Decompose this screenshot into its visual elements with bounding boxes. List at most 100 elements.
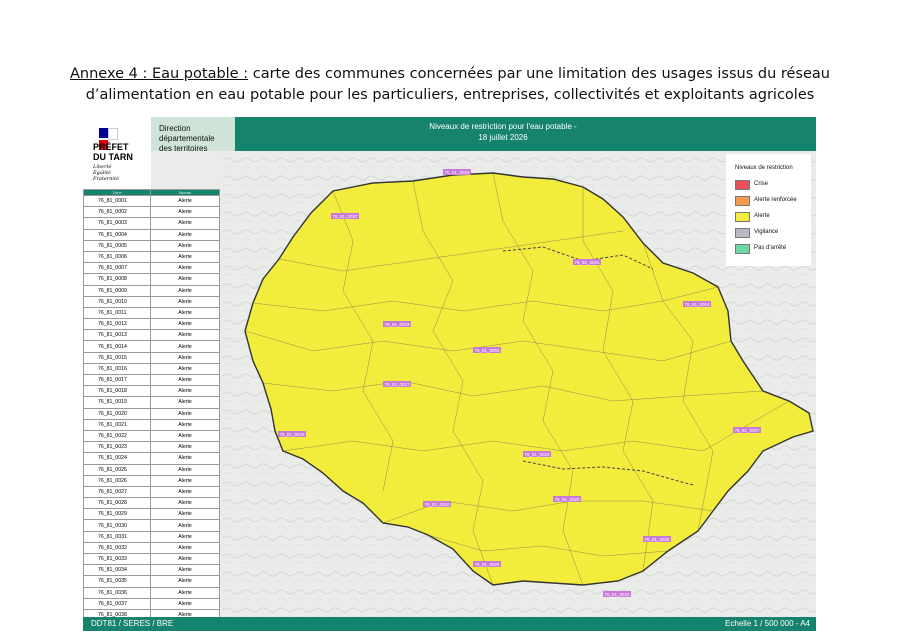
table-row: 76_81_0008 Alerte	[83, 273, 220, 286]
zone-tag-label: 76_81_0022	[605, 592, 631, 597]
table-row: 76_81_0009 Alerte	[83, 284, 220, 297]
table-row: 76_81_0033 Alerte	[83, 552, 220, 566]
zone-code-cell: 76_81_0023	[83, 441, 151, 454]
zone-code-cell: 76_81_0002	[83, 206, 151, 219]
zone-code-cell: 76_81_0016	[83, 362, 151, 376]
zone-code-cell: 76_81_0032	[83, 541, 151, 555]
map-title-line-2: 18 juillet 2026	[478, 133, 528, 142]
restriction-level-cell: Alerte	[150, 530, 220, 543]
table-row: 76_81_0025 Alerte	[83, 463, 220, 476]
zone-code-cell: 76_81_0031	[83, 530, 151, 543]
ddt-label: Direction départementale des territoires	[159, 124, 215, 153]
zone-tag-label: 76_81_0034	[445, 170, 471, 175]
heading-line-2: d’alimentation en eau potable pour les p…	[85, 87, 815, 103]
table-row: 76_81_0014 Alerte	[83, 340, 220, 353]
table-row: 76_81_0001 Alerte	[83, 194, 220, 208]
zone-tag-label: 76_81_0025	[475, 562, 501, 567]
legend: Niveaux de restriction Crise Alerte renfo…	[726, 154, 811, 266]
restriction-level-cell: Alerte	[150, 340, 220, 353]
restriction-level-cell: Alerte	[150, 362, 220, 376]
legend-label: Vigilance	[754, 229, 779, 235]
restriction-level-cell: Alerte	[150, 541, 220, 555]
zone-tag: 76_81_0003	[383, 321, 411, 327]
zone-code-cell: 76_81_0014	[83, 340, 151, 353]
zone-code-cell: 76_81_0009	[83, 284, 151, 297]
table-row: 76_81_0011 Alerte	[83, 306, 220, 320]
restriction-level-cell: Alerte	[150, 306, 220, 320]
zone-code-cell: 76_81_0030	[83, 519, 151, 532]
zone-code-cell: 76_81_0011	[83, 306, 151, 320]
footer-bar: DDT81 / SERES / BRE Echelle 1 / 500 000 …	[83, 617, 816, 631]
legend-swatch	[735, 196, 750, 206]
zone-code-cell: 76_81_0035	[83, 575, 151, 588]
zone-code-cell: 76_81_0033	[83, 552, 151, 566]
table-row: 76_81_0003 Alerte	[83, 217, 220, 230]
zone-code-cell: 76_81_0027	[83, 485, 151, 499]
zone-tag: 76_81_0037	[331, 213, 359, 219]
zone-code-cell: 76_81_0003	[83, 217, 151, 230]
restriction-level-cell: Alerte	[150, 508, 220, 521]
zone-tag: 76_81_0004	[683, 301, 711, 307]
flag-white-band	[107, 128, 119, 140]
zone-code-cell: 76_81_0004	[83, 228, 151, 241]
legend-swatch	[735, 180, 750, 190]
table-row: 76_81_0031 Alerte	[83, 530, 220, 543]
zone-tag: 76_81_0034	[443, 169, 471, 175]
table-row: 76_81_0032 Alerte	[83, 541, 220, 555]
zone-code-cell: 76_81_0029	[83, 508, 151, 521]
table-row: 76_81_0027 Alerte	[83, 485, 220, 499]
zone-code-cell: 76_81_0013	[83, 329, 151, 342]
table-row: 76_81_0024 Alerte	[83, 452, 220, 465]
restriction-level-cell: Alerte	[150, 463, 220, 476]
restriction-level-cell: Alerte	[150, 250, 220, 264]
table-row: 76_81_0013 Alerte	[83, 329, 220, 342]
table-row: 76_81_0023 Alerte	[83, 441, 220, 454]
zone-tag-label: 76_81_0002	[475, 348, 501, 353]
restriction-level-cell: Alerte	[150, 396, 220, 409]
zone-code-cell: 76_81_0010	[83, 295, 151, 308]
zone-tag-label: 76_81_0024	[525, 452, 551, 457]
heading-lead: Annexe 4 : Eau potable :	[70, 66, 249, 82]
zone-code-cell: 76_81_0018	[83, 385, 151, 398]
restriction-level-cell: Alerte	[150, 373, 220, 387]
legend-title: Niveaux de restriction	[735, 165, 793, 171]
zone-code-cell: 76_81_0019	[83, 396, 151, 409]
table-row: 76_81_0012 Alerte	[83, 318, 220, 331]
restriction-level-cell: Alerte	[150, 485, 220, 499]
heading-line-1-text: carte des communes concernées par une li…	[248, 66, 830, 82]
table-row: 76_81_0019 Alerte	[83, 396, 220, 409]
restriction-level-cell: Alerte	[150, 206, 220, 219]
restriction-level-cell: Alerte	[150, 575, 220, 588]
zone-tag: 76_81_0002	[473, 347, 501, 353]
zone-code-cell: 76_81_0025	[83, 463, 151, 476]
zone-tag: 76_81_0017	[383, 381, 411, 387]
restriction-level-cell: Alerte	[150, 385, 220, 398]
zone-code-cell: 76_81_0022	[83, 429, 151, 443]
zone-tag-label: 76_81_0026	[645, 537, 671, 542]
legend-swatch	[735, 228, 750, 238]
restriction-level-cell: Alerte	[150, 429, 220, 443]
restriction-level-cell: Alerte	[150, 351, 220, 364]
zone-code-cell: 76_81_0024	[83, 452, 151, 465]
marianne-flag-icon	[99, 128, 125, 150]
legend-label: Alerte	[754, 213, 770, 219]
restriction-level-cell: Alerte	[150, 228, 220, 241]
zone-code-cell: 76_81_0034	[83, 564, 151, 577]
table-row: 76_81_0034 Alerte	[83, 564, 220, 577]
zone-code-cell: 76_81_0005	[83, 239, 151, 252]
restriction-level-cell: Alerte	[150, 407, 220, 420]
zone-tag: 76_81_0022	[603, 591, 631, 597]
zone-code-cell: 76_81_0001	[83, 194, 151, 208]
table-row: 76_81_0021 Alerte	[83, 418, 220, 431]
table-row: 76_81_0018 Alerte	[83, 385, 220, 398]
restriction-level-cell: Alerte	[150, 239, 220, 252]
restriction-level-cell: Alerte	[150, 273, 220, 286]
legend-label: Pas d'arrêté	[754, 245, 787, 251]
legend-label: Alerte renforcée	[754, 197, 797, 203]
table-row: 76_81_0015 Alerte	[83, 351, 220, 364]
zone-code-cell: 76_81_0020	[83, 407, 151, 420]
restriction-level-cell: Alerte	[150, 194, 220, 208]
zone-tag-label: 76_81_0018	[280, 432, 306, 437]
zone-code-cell: 76_81_0037	[83, 597, 151, 610]
zone-code-cell: 76_81_0008	[83, 273, 151, 286]
